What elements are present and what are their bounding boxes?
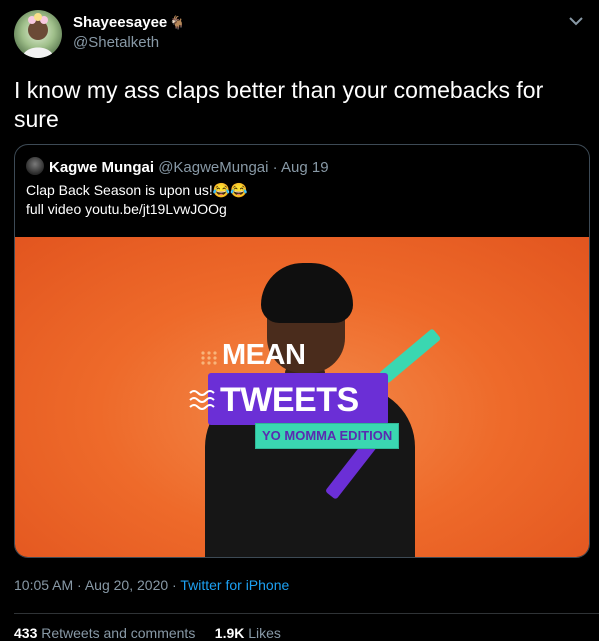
tweet-stats: 433 Retweets and comments 1.9K Likes	[14, 625, 281, 641]
tweet-timestamp: 10:05 AM · Aug 20, 2020 · Twitter for iP…	[14, 577, 289, 593]
quoted-separator: ·	[272, 159, 278, 176]
quoted-tweet-text: Clap Back Season is upon us!😂😂 full vide…	[26, 181, 579, 219]
author-name-text[interactable]: Shayeesayee	[73, 14, 167, 31]
quoted-author-name: Kagwe Mungai	[49, 159, 155, 176]
goat-emoji-icon: 🐐	[169, 15, 186, 30]
quoted-text-line-1: Clap Back Season is upon us!😂😂	[26, 182, 248, 198]
quoted-tweet-header: Kagwe Mungai @KagweMungai · Aug 19	[26, 157, 579, 176]
teal-accent-stripe	[378, 328, 442, 384]
tweet-header: Shayeesayee 🐐 @Shetalketh	[14, 10, 585, 60]
waves-icon	[189, 390, 215, 410]
retweets-label[interactable]: Retweets and comments	[41, 625, 195, 641]
author-display-name[interactable]: Shayeesayee 🐐	[73, 14, 185, 31]
quoted-tweet-date: Aug 19	[281, 159, 329, 176]
media-subtitle-badge: YO MOMMA EDITION	[255, 423, 400, 449]
author-avatar[interactable]	[14, 10, 62, 58]
quoted-tweet-video-thumbnail[interactable]: MEAN TWEETS YO MOMMA EDITION	[15, 237, 589, 557]
likes-label[interactable]: Likes	[248, 625, 281, 641]
tweet-time[interactable]: 10:05 AM	[14, 577, 73, 593]
author-handle[interactable]: @Shetalketh	[73, 34, 159, 51]
quoted-tweet-card[interactable]: Kagwe Mungai @KagweMungai · Aug 19 Clap …	[14, 144, 590, 558]
person-hair	[261, 263, 353, 323]
tweet-date[interactable]: Aug 20, 2020	[85, 577, 168, 593]
quoted-text-line-2: full video youtu.be/jt19LvwJOOg	[26, 201, 227, 217]
tweet-text: I know my ass claps better than your com…	[14, 77, 544, 132]
chevron-down-icon[interactable]	[567, 12, 585, 30]
timestamp-separator-2: ·	[172, 577, 177, 593]
media-title-top: MEAN	[222, 339, 306, 371]
media-title-main: TWEETS	[220, 381, 359, 419]
tweet-source-link[interactable]: Twitter for iPhone	[180, 577, 289, 593]
dots-icon	[201, 351, 217, 365]
likes-count[interactable]: 1.9K	[215, 625, 245, 641]
quoted-author-avatar	[26, 157, 44, 175]
retweets-count[interactable]: 433	[14, 625, 37, 641]
quoted-author-handle: @KagweMungai	[158, 159, 269, 176]
timestamp-separator: ·	[77, 577, 82, 593]
stats-divider	[14, 613, 599, 614]
